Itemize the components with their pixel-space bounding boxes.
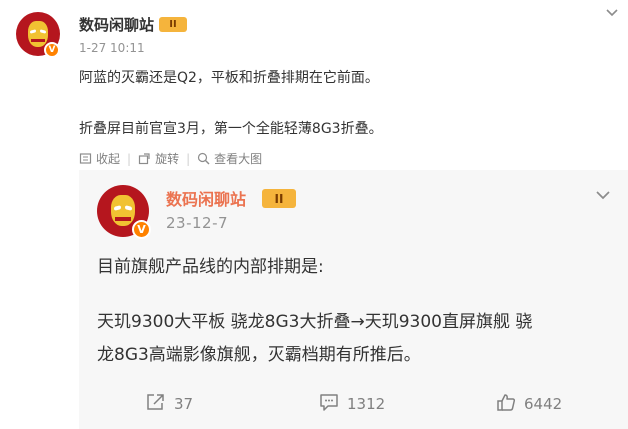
comment-count: 1312 — [347, 395, 386, 413]
level-badge[interactable]: II — [262, 189, 296, 208]
weibo-post: V 数码闲聊站 II 1-27 10:11 阿蓝的灭霸还是Q2，平板和折叠排期在… — [0, 0, 628, 429]
author-name[interactable]: 数码闲聊站 — [79, 14, 154, 35]
like-button[interactable]: 6442 — [496, 393, 562, 415]
magnify-icon — [197, 152, 210, 165]
divider: | — [127, 151, 132, 166]
repost-count: 37 — [174, 395, 194, 413]
collapse-label: 收起 — [96, 152, 121, 166]
comment-icon — [319, 393, 339, 415]
avatar-mouth — [115, 217, 131, 221]
thumbs-up-icon — [496, 393, 516, 415]
comment-button[interactable]: 1312 — [319, 393, 385, 415]
repost-line: 天玑9300大平板 骁龙8G3大折叠→天玑9300直屏旗舰 骁 — [97, 312, 533, 332]
level-badge-label: II — [274, 191, 284, 206]
collapse-button[interactable]: 收起 — [79, 150, 120, 167]
like-count: 6442 — [524, 395, 563, 413]
view-large-label: 查看大图 — [214, 152, 263, 166]
repost-author-name[interactable]: 数码闲聊站 — [166, 186, 246, 210]
view-large-button[interactable]: 查看大图 — [197, 150, 262, 167]
post-time[interactable]: 1-27 10:11 — [79, 41, 145, 55]
repost-time[interactable]: 23-12-7 — [166, 214, 228, 232]
rotate-label: 旋转 — [155, 152, 180, 166]
level-badge[interactable]: II — [159, 17, 187, 32]
repost-button[interactable]: 37 — [146, 393, 193, 415]
avatar-mouth — [31, 39, 45, 42]
repost-line: 目前旗舰产品线的内部排期是: — [97, 257, 324, 277]
repost-line: 龙8G3高端影像旗舰，灭霸档期有所推后。 — [97, 345, 421, 365]
image-toolbar: 收起 | 旋转 | 查看大图 — [79, 150, 262, 167]
chevron-down-icon[interactable] — [596, 186, 610, 204]
verified-icon: V — [44, 42, 60, 58]
avatar-face — [28, 21, 48, 47]
post-paragraph: 阿蓝的灭霸还是Q2，平板和折叠排期在它前面。 — [79, 70, 379, 86]
chevron-down-icon[interactable] — [606, 6, 618, 21]
repost-text: 目前旗舰产品线的内部排期是: 天玑9300大平板 骁龙8G3大折叠→天玑9300… — [97, 254, 617, 368]
bookmark-icon — [79, 152, 92, 165]
verified-icon: V — [132, 220, 151, 239]
rotate-button[interactable]: 旋转 — [138, 150, 179, 167]
share-icon — [146, 393, 166, 415]
rotate-icon — [138, 152, 151, 165]
divider: | — [186, 151, 191, 166]
level-badge-label: II — [169, 19, 177, 30]
post-paragraph: 折叠屏目前官宣3月，第一个全能轻薄8G3折叠。 — [79, 121, 383, 137]
